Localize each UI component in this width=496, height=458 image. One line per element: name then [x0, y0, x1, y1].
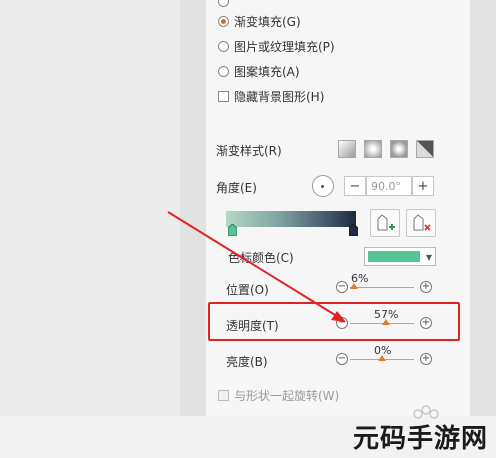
watermark-text: 元码手游网 — [352, 424, 488, 454]
annotation-arrow — [167, 211, 346, 322]
